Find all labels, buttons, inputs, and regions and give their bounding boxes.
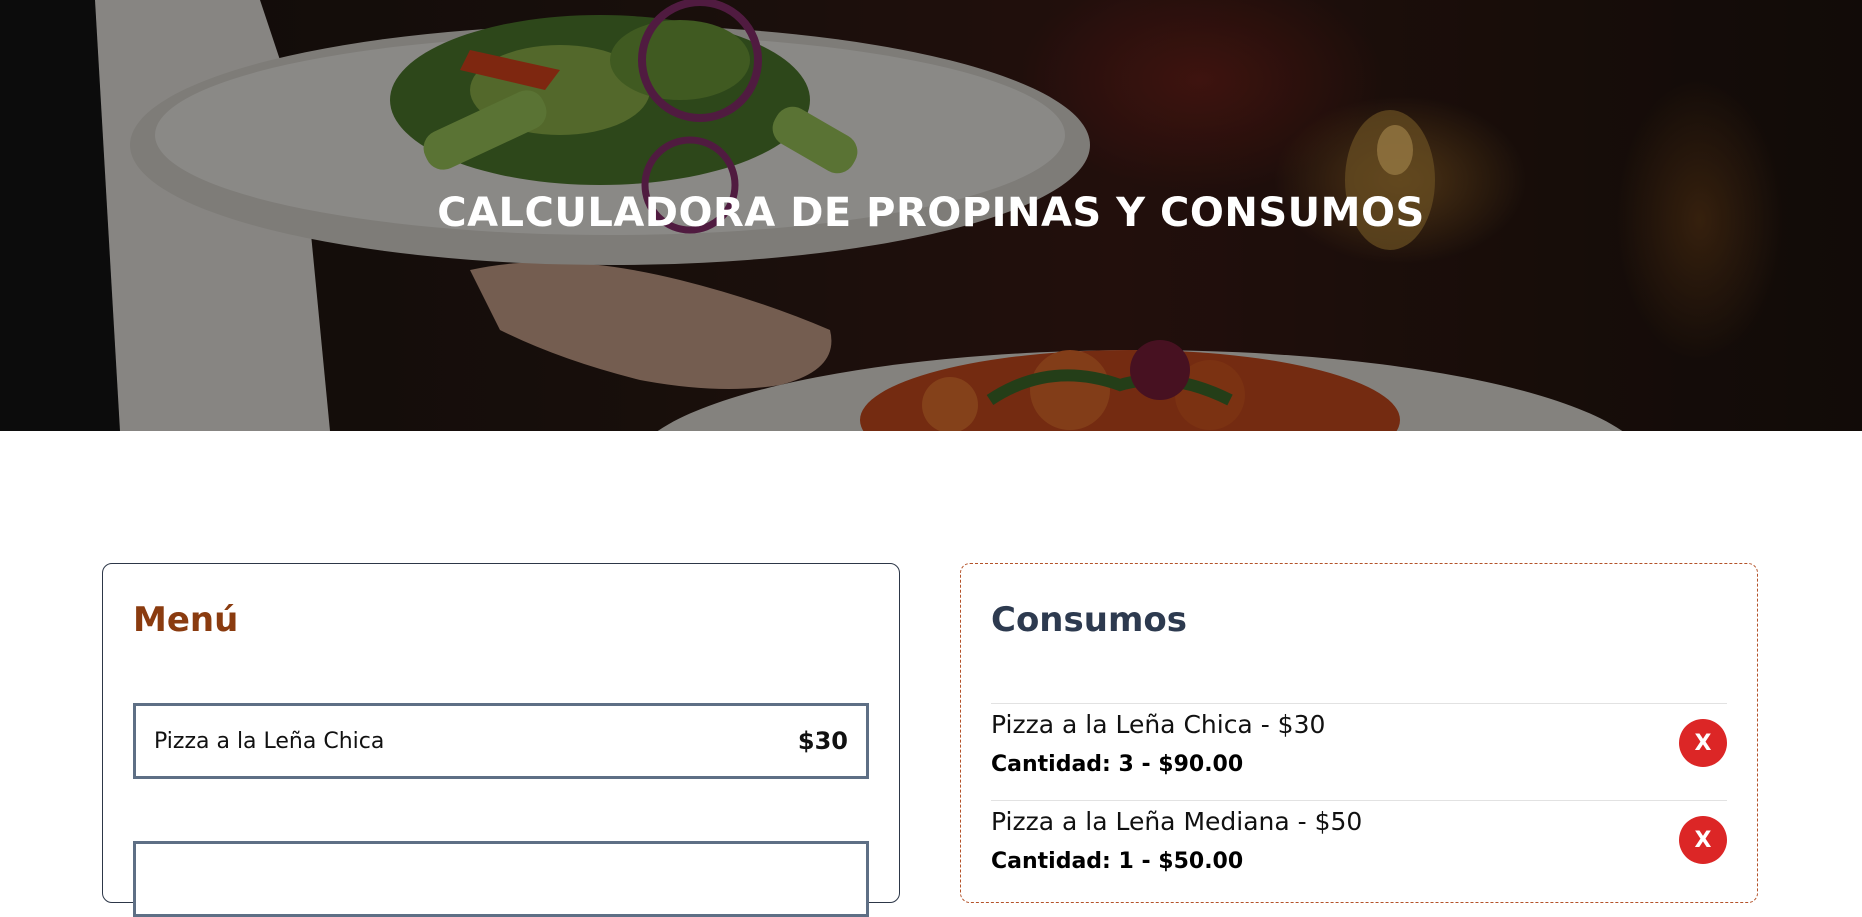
menu-panel: Menú Pizza a la Leña Chica $30 [102, 563, 900, 917]
menu-item[interactable] [133, 841, 869, 917]
menu-item-name: Pizza a la Leña Chica [154, 728, 385, 754]
order-item-quantity: Cantidad: 3 - $90.00 [991, 752, 1244, 777]
order-item-quantity: Cantidad: 1 - $50.00 [991, 849, 1244, 874]
remove-item-button[interactable]: X [1679, 816, 1727, 864]
remove-item-button[interactable]: X [1679, 719, 1727, 767]
page-title: CALCULADORA DE PROPINAS Y CONSUMOS [437, 190, 1425, 236]
order-row: Pizza a la Leña Chica - $30 Cantidad: 3 … [991, 703, 1727, 800]
consumos-heading: Consumos [991, 600, 1187, 640]
consumos-panel: Consumos Pizza a la Leña Chica - $30 Can… [960, 563, 1758, 903]
menu-item-price: $30 [797, 727, 848, 755]
menu-heading: Menú [133, 600, 239, 640]
order-item-name: Pizza a la Leña Chica - $30 [991, 710, 1326, 739]
order-row: Pizza a la Leña Mediana - $50 Cantidad: … [991, 800, 1727, 897]
hero-banner: CALCULADORA DE PROPINAS Y CONSUMOS [0, 0, 1862, 431]
order-item-name: Pizza a la Leña Mediana - $50 [991, 807, 1363, 836]
menu-item[interactable]: Pizza a la Leña Chica $30 [133, 703, 869, 779]
